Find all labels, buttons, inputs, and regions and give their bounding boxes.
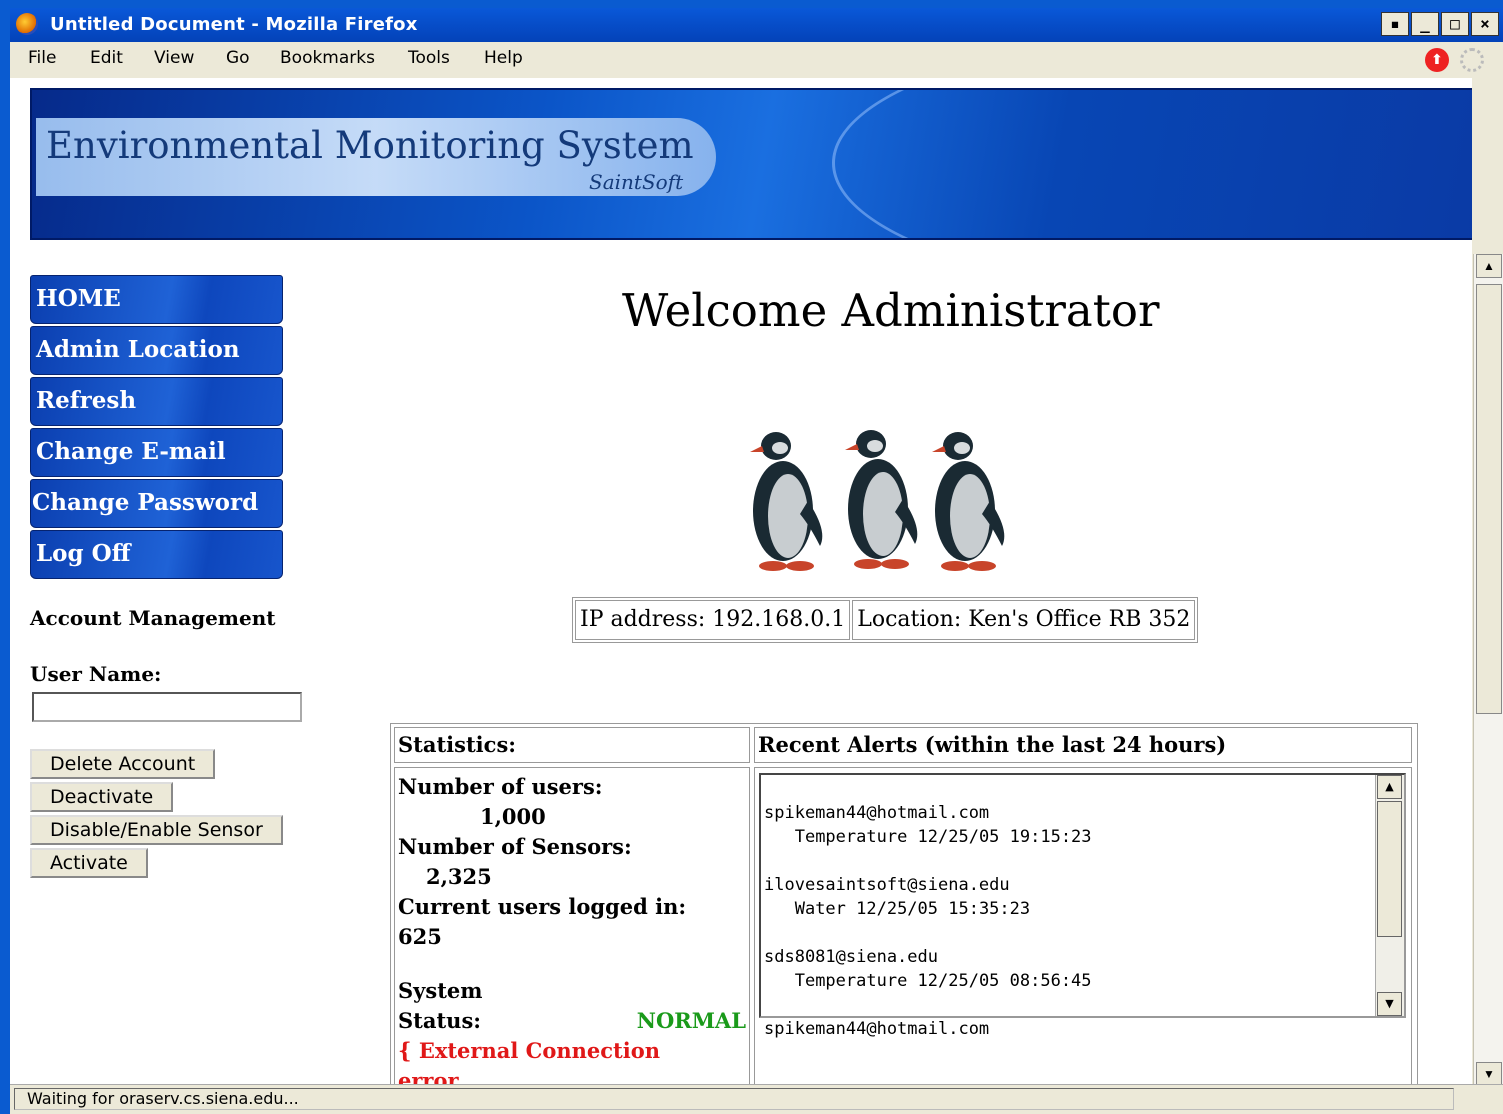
- alert-detail: Temperature 12/25/05 19:15:23: [794, 827, 1092, 847]
- minimize-button[interactable]: _: [1411, 12, 1439, 36]
- status-text: Waiting for oraserv.cs.siena.edu...: [14, 1088, 1454, 1110]
- status-label: Status:: [398, 1008, 482, 1033]
- alert-email: spikeman44@hotmail.com: [764, 803, 990, 823]
- penguins-image: [750, 430, 1005, 571]
- menu-bookmarks[interactable]: Bookmarks: [280, 48, 375, 68]
- alerts-list[interactable]: spikeman44@hotmail.com Temperature 12/25…: [759, 773, 1406, 1039]
- menu-tools[interactable]: Tools: [408, 48, 450, 68]
- activate-button[interactable]: Activate: [30, 848, 148, 878]
- deactivate-button[interactable]: Deactivate: [30, 782, 174, 812]
- alert-detail: Temperature 12/25/05 08:56:45: [794, 971, 1092, 991]
- window-title: Untitled Document - Mozilla Firefox: [50, 14, 418, 35]
- alert-email: sds8081@siena.edu: [764, 947, 938, 967]
- close-button[interactable]: ×: [1471, 12, 1499, 36]
- menu-help[interactable]: Help: [484, 48, 523, 68]
- maximize-button[interactable]: □: [1441, 12, 1469, 36]
- page-title: Welcome Administrator: [622, 284, 1160, 337]
- user-name-input[interactable]: [32, 692, 302, 722]
- status-badge: NORMAL: [636, 1008, 746, 1033]
- users-label: Number of users:: [398, 774, 603, 799]
- title-bar: Untitled Document - Mozilla Firefox ▪ _ …: [10, 8, 1503, 42]
- menu-edit[interactable]: Edit: [90, 48, 123, 68]
- banner-subtitle: SaintSoft: [589, 170, 684, 194]
- nav-log-off[interactable]: Log Off: [30, 530, 283, 579]
- user-name-label: User Name:: [30, 662, 162, 686]
- banner-title: Environmental Monitoring System: [46, 124, 694, 167]
- alerts-header: Recent Alerts (within the last 24 hours): [754, 727, 1412, 763]
- nav-refresh[interactable]: Refresh: [30, 377, 283, 426]
- nav-admin-location[interactable]: Admin Location: [30, 326, 283, 375]
- status-bar: Waiting for oraserv.cs.siena.edu...: [10, 1084, 1503, 1114]
- browser-window: Untitled Document - Mozilla Firefox ▪ _ …: [10, 8, 1503, 1114]
- scroll-thumb[interactable]: [1377, 801, 1402, 937]
- firefox-logo-icon: [16, 13, 38, 35]
- scroll-down-icon[interactable]: ▼: [1377, 992, 1402, 1016]
- users-value: 1,000: [480, 804, 546, 829]
- sensors-label: Number of Sensors:: [398, 834, 632, 859]
- disable-enable-sensor-button[interactable]: Disable/Enable Sensor: [30, 815, 283, 845]
- nav-home[interactable]: HOME: [30, 275, 283, 324]
- scroll-up-icon[interactable]: ▲: [1377, 775, 1402, 799]
- page-viewport: Environmental Monitoring System SaintSof…: [10, 78, 1472, 1086]
- menu-go[interactable]: Go: [226, 48, 250, 68]
- ip-address: IP address: 192.168.0.1: [575, 600, 851, 640]
- alert-email: ilovesaintsoft@siena.edu: [764, 875, 1010, 895]
- error-message-line2: error.: [398, 1068, 464, 1086]
- delete-account-button[interactable]: Delete Account: [30, 749, 216, 779]
- alerts-scrollbar[interactable]: ▲ ▼: [1375, 775, 1404, 1016]
- account-management-heading: Account Management: [30, 606, 276, 630]
- stop-icon[interactable]: ⬆: [1425, 48, 1449, 72]
- alerts-cell: spikeman44@hotmail.com Temperature 12/25…: [754, 767, 1412, 1086]
- nav-change-password[interactable]: Change Password: [30, 479, 283, 528]
- sensors-value: 2,325: [426, 864, 492, 889]
- ip-location-table: IP address: 192.168.0.1 Location: Ken's …: [572, 597, 1199, 643]
- stats-table: Statistics: Recent Alerts (within the la…: [390, 723, 1418, 1086]
- menu-file[interactable]: File: [28, 48, 56, 68]
- statistics-cell: Number of users: 1,000 Number of Sensors…: [394, 767, 750, 1086]
- menu-bar: File Edit View Go Bookmarks Tools Help ⬆: [10, 42, 1503, 76]
- location: Location: Ken's Office RB 352: [852, 600, 1196, 640]
- site-banner: Environmental Monitoring System SaintSof…: [30, 88, 1472, 240]
- page-scroll-thumb[interactable]: [1476, 284, 1502, 714]
- page-scroll-down-icon[interactable]: ▼: [1476, 1062, 1502, 1086]
- alert-detail: Water 12/25/05 15:35:23: [794, 899, 1031, 919]
- page-scroll-up-icon[interactable]: ▲: [1476, 254, 1502, 278]
- system-label: System: [398, 978, 483, 1003]
- statistics-header: Statistics:: [394, 727, 750, 763]
- throbber-icon: [1460, 48, 1484, 72]
- logged-in-value: 625: [398, 924, 442, 949]
- alert-email: spikeman44@hotmail.com: [764, 1019, 990, 1039]
- logged-in-label: Current users logged in:: [398, 894, 687, 919]
- nav-change-email[interactable]: Change E-mail: [30, 428, 283, 477]
- page-scrollbar[interactable]: ▲ ▼: [1473, 254, 1503, 1086]
- error-message-line1: { External Connection: [398, 1038, 660, 1063]
- menu-view[interactable]: View: [154, 48, 194, 68]
- restore-extra-icon[interactable]: ▪: [1381, 12, 1409, 36]
- side-nav: HOME Admin Location Refresh Change E-mai…: [30, 275, 283, 581]
